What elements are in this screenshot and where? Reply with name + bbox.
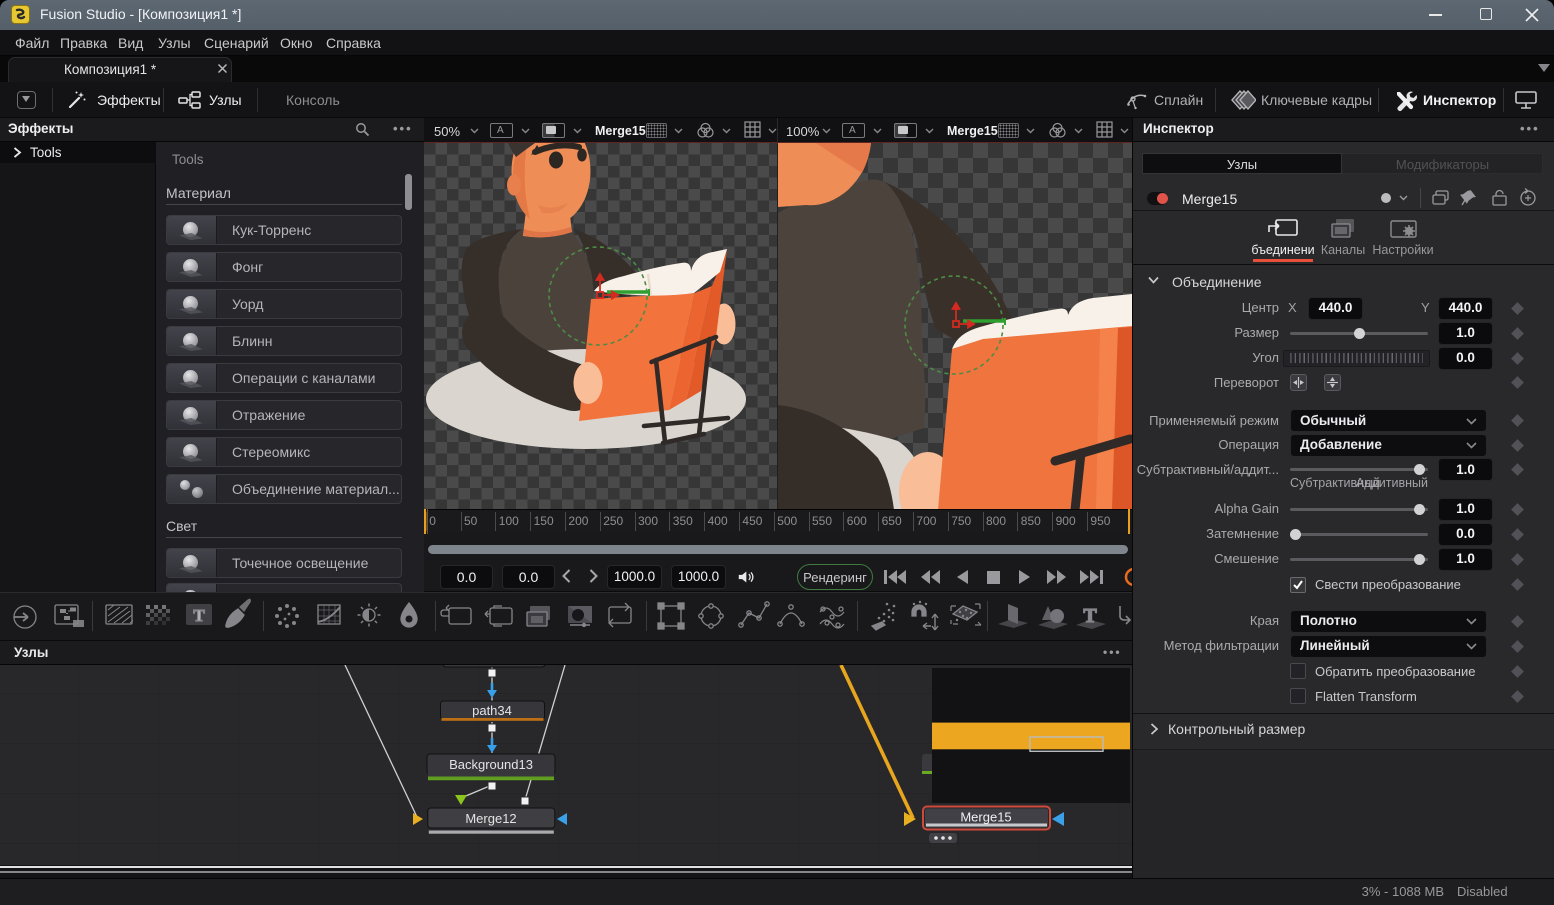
svg-text:Merge15: Merge15 [960,810,1011,825]
svg-text:Background13: Background13 [449,757,533,772]
svg-text:path34: path34 [472,703,512,718]
svg-text:T: T [193,606,205,625]
svg-text:T: T [1083,605,1097,627]
svg-text:Merge12: Merge12 [465,811,516,826]
